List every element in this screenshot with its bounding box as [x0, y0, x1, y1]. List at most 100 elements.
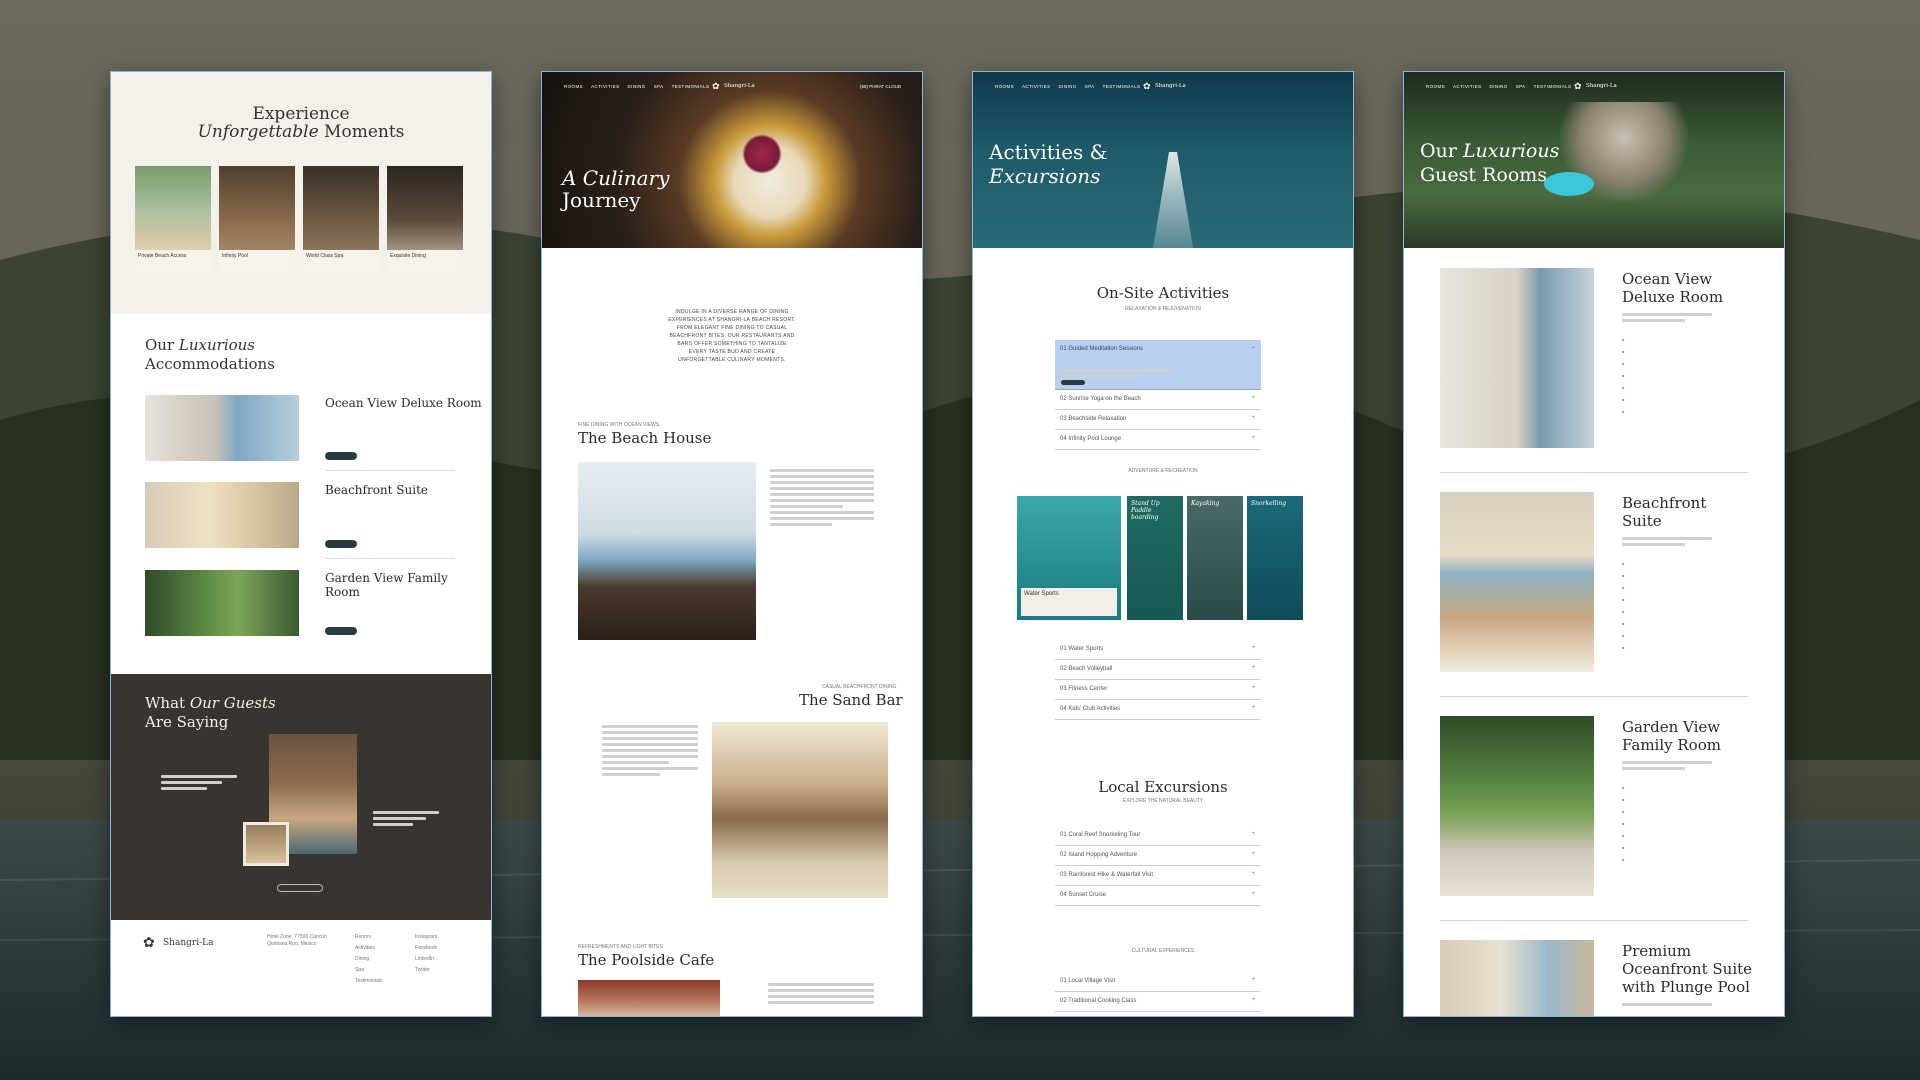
room-image-ocean-view[interactable] [1440, 268, 1594, 448]
footer-social-twitter[interactable]: Twitter [415, 967, 430, 974]
room-image-beachfront[interactable] [145, 482, 299, 548]
accordion-item[interactable]: 04 Infinity Pool Lounge + [1055, 430, 1261, 450]
nav-testimonials[interactable]: TESTIMONIALS [672, 84, 710, 89]
nav-brand[interactable]: Shangri-La [1155, 83, 1186, 89]
flower-logo-icon: ✿ [1574, 81, 1582, 91]
nav-phone[interactable]: (55) PHRAT CLOUD [860, 84, 901, 89]
accordion-item[interactable]: 01 Coral Reef Snorkeling Tour + [1055, 826, 1261, 846]
tile-paddle-boarding[interactable]: Stand Up Paddle boarding [1127, 496, 1183, 620]
nav-brand[interactable]: Shangri-La [724, 83, 755, 89]
footer-social-facebook[interactable]: Facebook [415, 945, 437, 952]
accordion-item[interactable]: 04 Sunset Cruise + [1055, 886, 1261, 906]
testimonials-more-button[interactable] [277, 884, 323, 892]
plus-icon: + [1251, 831, 1255, 837]
accordion-item[interactable]: 03 Beachside Relaxation + [1055, 410, 1261, 430]
card-spa-image[interactable]: World Class Spa [303, 166, 379, 274]
hero-title-line1: Activities & [989, 140, 1108, 164]
room-name-garden: Garden View Family [325, 571, 448, 585]
hero-title-line1: Experience [252, 104, 350, 124]
nav-spa[interactable]: SPA [654, 84, 664, 89]
venue-image-poolside [578, 980, 720, 1016]
card-dining-image[interactable]: Exquisite Dining [387, 166, 463, 274]
plus-icon: + [1251, 395, 1255, 401]
room-name-beachfront: Beachfront Suite [325, 483, 429, 497]
accordion-item[interactable]: 02 Sunrise Yoga on the Beach + [1055, 390, 1261, 410]
tile-snorkelling[interactable]: Snorkelling [1247, 496, 1303, 620]
plus-icon: + [1251, 851, 1255, 857]
accordion-item[interactable]: 03 Rainforest Hike & Waterfall Visit + [1055, 866, 1261, 886]
venue-description-poolside [768, 980, 874, 1007]
room-title-garden-view: Garden View [1622, 718, 1721, 736]
room-title-ocean-view: Ocean View [1622, 270, 1713, 288]
accordion-item-active[interactable]: 01 Guided Meditation Sessions − [1055, 340, 1261, 390]
nav-brand[interactable]: Shangri-La [1586, 83, 1617, 89]
card-beach-label: Private Beach Access [135, 250, 211, 274]
room-title-premium-line2: Oceanfront Suite [1622, 960, 1753, 978]
dining-hero-image [542, 72, 922, 248]
footer-link-testimonials[interactable]: Testimonials [355, 978, 383, 985]
nav-spa[interactable]: SPA [1085, 84, 1095, 89]
room-beachfront-button[interactable] [325, 540, 357, 548]
tile-kayaking[interactable]: Kayaking [1187, 496, 1243, 620]
footer-social-instagram[interactable]: Instagram [415, 934, 437, 941]
panel-activities: ROOMS ACTIVITIES DINING SPA TESTIMONIALS ✿ S… [972, 71, 1354, 1017]
accordion-item[interactable]: 04 Kids' Club Activities + [1055, 700, 1261, 720]
plus-icon: + [1251, 665, 1255, 671]
room-title-beachfront: Beachfront [1622, 494, 1707, 512]
footer-social-linkedin[interactable]: LinkedIn [415, 956, 434, 963]
footer-link-dining[interactable]: Dining [355, 956, 369, 963]
room-title-premium-line3: with Plunge Pool [1622, 978, 1750, 996]
nav-rooms[interactable]: ROOMS [1426, 84, 1445, 89]
plus-icon: + [1251, 705, 1255, 711]
room-title-garden-view-line2: Family Room [1622, 736, 1721, 754]
room-image-garden-view[interactable] [1440, 716, 1594, 896]
hero-title-line2: Guest Rooms [1420, 164, 1548, 186]
plus-icon: + [1251, 645, 1255, 651]
room-image-premium[interactable] [1440, 940, 1594, 1016]
nav-rooms[interactable]: ROOMS [995, 84, 1014, 89]
room-image-beachfront[interactable] [1440, 492, 1594, 672]
nav-dining[interactable]: DINING [1490, 84, 1508, 89]
flower-logo-icon: ✿ [143, 934, 155, 950]
nav-dining[interactable]: DINING [628, 84, 646, 89]
tile-water-sports[interactable]: Water Sports [1017, 496, 1121, 620]
nav-testimonials[interactable]: TESTIMONIALS [1103, 84, 1141, 89]
accordion-item[interactable]: 01 Water Sports + [1055, 640, 1261, 660]
footer-brand[interactable]: Shangri-La [163, 938, 213, 948]
nav-activities[interactable]: ACTIVITIES [1022, 84, 1051, 89]
footer-link-spa[interactable]: Spa [355, 967, 364, 974]
room-description [1622, 310, 1712, 325]
nav-dining[interactable]: DINING [1059, 84, 1077, 89]
onsite-title: On-Site Activities [1096, 284, 1230, 302]
testimonial-quote-1 [161, 772, 237, 793]
accordion-item[interactable]: 02 Beach Volleyball + [1055, 660, 1261, 680]
nav-testimonials[interactable]: TESTIMONIALS [1534, 84, 1572, 89]
hero-title-italic: A Culinary [562, 166, 670, 190]
nav-rooms[interactable]: ROOMS [564, 84, 583, 89]
room-image-garden[interactable] [145, 570, 299, 636]
venue-name-poolside: The Poolside Cafe [578, 951, 715, 969]
card-pool-image[interactable]: Infinity Pool [219, 166, 295, 274]
card-beach-image[interactable]: Private Beach Access [135, 166, 211, 274]
venue-name-beach-house: The Beach House [578, 429, 712, 447]
room-title-premium: Premium [1622, 942, 1692, 960]
testimonials-heading-line2: Are Saying [145, 713, 229, 731]
nav-activities[interactable]: ACTIVITIES [591, 84, 620, 89]
venue-description-sand-bar [602, 722, 698, 779]
local-title: Local Excursions [1098, 778, 1228, 796]
room-image-ocean[interactable] [145, 395, 299, 461]
accordion-item[interactable]: 02 Island Hopping Adventure + [1055, 846, 1261, 866]
accommodations-heading-line2: Accommodations [145, 355, 275, 373]
footer-link-activities[interactable]: Activities [355, 945, 375, 952]
nav-activities[interactable]: ACTIVITIES [1453, 84, 1482, 89]
accordion-item[interactable]: 02 Traditional Cooking Class + [1055, 992, 1261, 1012]
room-garden-button[interactable] [325, 627, 357, 635]
hero-title-line1: Our Luxurious [1420, 140, 1560, 162]
nav-spa[interactable]: SPA [1516, 84, 1526, 89]
accordion-item[interactable]: 03 Fitness Center + [1055, 680, 1261, 700]
footer-address-line1: Hotel Zone, 77500 Cancún [267, 934, 327, 940]
footer-link-rooms[interactable]: Rooms [355, 934, 371, 941]
accordion-item[interactable]: 01 Local Village Visit + [1055, 972, 1261, 992]
room-amenities [1622, 334, 1732, 418]
room-ocean-button[interactable] [325, 452, 357, 460]
